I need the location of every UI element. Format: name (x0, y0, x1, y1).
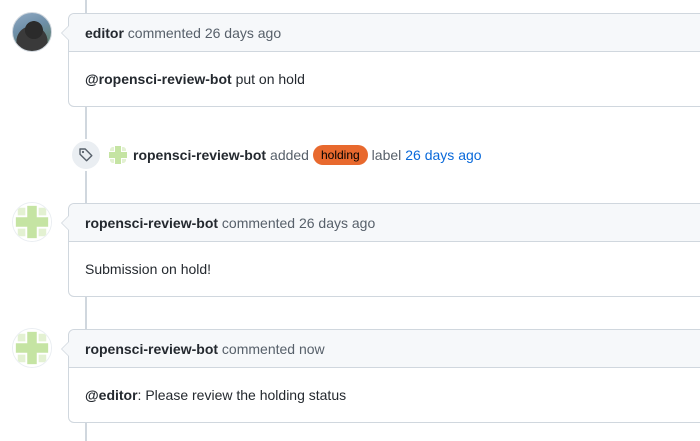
avatar-bot[interactable] (12, 202, 52, 242)
comment-header: editor commented 26 days ago (69, 14, 700, 52)
comment-action: commented (127, 25, 201, 41)
comment-action: commented (221, 215, 296, 231)
comment-body: @editor: Please review the holding statu… (69, 368, 700, 422)
comment-author[interactable]: editor (85, 25, 124, 41)
comment-body: Submission on hold! (69, 242, 700, 296)
label-holding[interactable]: holding (312, 145, 368, 165)
avatar-bot-small[interactable] (108, 145, 128, 165)
user-mention[interactable]: @editor (85, 387, 138, 403)
event-author[interactable]: ropensci-review-bot (133, 147, 266, 163)
avatar-editor[interactable] (12, 12, 52, 52)
comment-header: ropensci-review-bot commented 26 days ag… (69, 204, 700, 242)
discussion-timeline: editor commented 26 days ago @ropensci-r… (0, 0, 700, 441)
event-verb: added (270, 147, 309, 163)
avatar-bot[interactable] (12, 328, 52, 368)
user-mention[interactable]: @ropensci-review-bot (85, 71, 232, 87)
comment-header: ropensci-review-bot commented now (69, 330, 700, 368)
comment-text: Submission on hold! (85, 261, 212, 277)
comment-bot-hold: ropensci-review-bot commented 26 days ag… (61, 203, 700, 297)
comment-text: : Please review the holding status (137, 387, 347, 403)
comment-time[interactable]: 26 days ago (205, 25, 281, 41)
comment-action: commented (221, 341, 296, 357)
comment-author[interactable]: ropensci-review-bot (85, 215, 218, 231)
comment-time[interactable]: now (299, 341, 325, 357)
comment-time[interactable]: 26 days ago (299, 215, 375, 231)
tag-icon (70, 139, 102, 171)
label-added-event: ropensci-review-bot added holding label … (70, 139, 482, 171)
event-time[interactable]: 26 days ago (405, 147, 481, 163)
comment-editor: editor commented 26 days ago @ropensci-r… (61, 13, 700, 107)
comment-text: put on hold (231, 71, 305, 87)
comment-bot-review: ropensci-review-bot commented now @edito… (61, 329, 700, 423)
comment-body: @ropensci-review-bot put on hold (69, 52, 700, 106)
event-suffix: label (371, 147, 402, 163)
comment-author[interactable]: ropensci-review-bot (85, 341, 218, 357)
